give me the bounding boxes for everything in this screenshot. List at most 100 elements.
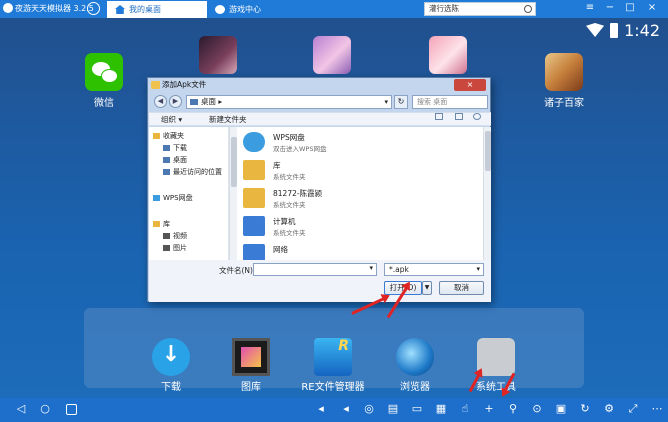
nav-item[interactable]: 下载 (163, 143, 187, 154)
game-2-icon[interactable] (313, 36, 351, 74)
volume-down-icon[interactable]: ◂ (314, 402, 328, 416)
game-1-icon[interactable] (199, 36, 237, 74)
folder-icon[interactable]: ▭ (410, 402, 424, 416)
cancel-button[interactable]: 取消 (439, 281, 484, 295)
status-bar: 1:42 (586, 21, 660, 40)
battery-icon (610, 23, 619, 38)
nav-item-icon (163, 145, 170, 151)
fullscreen-icon[interactable]: ⤢ (626, 402, 640, 416)
recent-apps-icon[interactable] (66, 404, 77, 415)
dock-label: 图库 (241, 382, 261, 393)
nav-item[interactable]: 桌面 (163, 155, 187, 166)
nav-item-label: 图片 (173, 244, 187, 252)
location-icon[interactable]: ⚲ (506, 402, 520, 416)
dock-app-re-file-manager[interactable]: RE文件管理器 (293, 338, 373, 393)
dialog-content: 收藏夹 下载 桌面 最近访问的位置 WPS网盘库视频 图片 WPS网盘 双击进入WPS网盘库… (149, 127, 491, 264)
shake-icon[interactable]: ⚙ (602, 402, 616, 416)
dialog-title-bar: 添加Apk文件 (148, 78, 490, 92)
nav-item[interactable]: 视频 (163, 231, 187, 242)
home-circle-icon[interactable]: ○ (38, 402, 52, 416)
file-name: 库 (273, 161, 281, 170)
nav-item-icon (153, 133, 160, 139)
volume-up-icon[interactable]: ◂ (339, 402, 353, 416)
filename-input[interactable]: ▾ (253, 263, 377, 276)
search-placeholder: 搜索 桌面 (417, 98, 448, 106)
minimize-button[interactable]: − (604, 2, 616, 14)
nav-item[interactable]: WPS网盘 (153, 193, 193, 204)
help-icon[interactable] (473, 113, 481, 120)
screenshot-icon[interactable]: ▣ (554, 402, 568, 416)
nav-item[interactable]: 图片 (163, 243, 187, 254)
nav-item[interactable]: 库 (153, 219, 170, 230)
filetype-select[interactable]: *.apk ▾ (384, 263, 484, 276)
add-apk-icon[interactable]: + (482, 402, 496, 416)
dock-app-browser[interactable]: 浏览器 (375, 338, 455, 393)
file-name: 81272-陈霞颍 (273, 189, 323, 198)
dialog-search-input[interactable]: 搜索 桌面 (412, 95, 488, 109)
organize-menu[interactable]: 组织 ▾ (161, 113, 182, 126)
tab-my-desktop[interactable]: 我的桌面 (107, 1, 207, 18)
dock-app-download[interactable]: 下载 (131, 338, 211, 393)
gallery-icon (232, 338, 270, 376)
bottom-toolbar: ◁ ○ ◂ ◂ ◎ ▤ ▭ ▦ ☝ + ⚲ ⊙ ▣ ↻ ⚙ ⤢ ⋯ (0, 398, 668, 422)
dialog-close-button[interactable]: × (454, 79, 486, 91)
menu-button[interactable]: ≡ (584, 2, 596, 14)
gps-icon[interactable]: ◎ (362, 402, 376, 416)
game-3-icon[interactable] (429, 36, 467, 74)
address-text: 桌面 (201, 97, 216, 106)
zhuzi-baijia-icon (545, 53, 583, 91)
maximize-button[interactable]: □ (624, 2, 636, 14)
tab-game-center[interactable]: 游戏中心 (207, 1, 307, 18)
dock-app-system-tools[interactable]: 系统工具 (456, 338, 536, 393)
app-label: 微信 (94, 98, 114, 109)
new-folder-button[interactable]: 新建文件夹 (209, 113, 247, 126)
zoom-icon[interactable]: ⊙ (530, 402, 544, 416)
refresh-icon[interactable]: ↻ (394, 95, 408, 109)
scroll-thumb[interactable] (485, 131, 491, 171)
dialog-footer: 文件名(N): ▾ *.apk ▾ 打开(O) ▼ 取消 (149, 260, 491, 302)
navigation-pane: 收藏夹 下载 桌面 最近访问的位置 WPS网盘库视频图片 (149, 127, 229, 260)
file-item[interactable]: 81272-陈霞颍 系统文件夹 (243, 187, 423, 211)
file-type: 双击进入WPS网盘 (273, 145, 327, 153)
delete-icon[interactable]: ▤ (386, 402, 400, 416)
address-bar[interactable]: 桌面 ▸ ▾ (186, 95, 392, 109)
touch-icon[interactable]: ☝ (458, 402, 472, 416)
home-icon (115, 5, 125, 14)
app-zhuzi-baijia[interactable]: 诸子百家 (534, 53, 594, 109)
more-icon[interactable]: ⋯ (650, 402, 664, 416)
forward-nav-icon[interactable]: ▶ (169, 95, 182, 108)
chevron-down-icon[interactable]: ▾ (369, 264, 373, 272)
nav-item[interactable]: 最近访问的位置 (163, 167, 222, 178)
file-scrollbar[interactable] (483, 127, 491, 260)
file-item[interactable]: 库系统文件夹 (243, 159, 423, 183)
chevron-down-icon[interactable]: ▾ (384, 96, 388, 108)
dock-label: 浏览器 (400, 382, 430, 393)
wifi-icon (586, 23, 605, 37)
open-dropdown-button[interactable]: ▼ (422, 281, 432, 295)
dock-app-gallery[interactable]: 图库 (211, 338, 291, 393)
user-folder-icon (243, 188, 265, 208)
address-separator: ▸ (218, 97, 223, 106)
nav-item-icon (153, 195, 160, 201)
preview-pane-icon[interactable] (455, 113, 463, 120)
user-icon[interactable] (87, 2, 100, 15)
top-search-input[interactable]: 灌行选陈 (424, 2, 536, 16)
back-icon[interactable]: ◁ (14, 402, 28, 416)
search-icon[interactable] (524, 5, 532, 13)
keyboard-icon[interactable]: ▦ (434, 402, 448, 416)
view-options-icon[interactable] (435, 113, 443, 120)
scroll-thumb[interactable] (231, 137, 237, 187)
add-apk-dialog: 添加Apk文件 × ◀ ▶ 桌面 ▸ ▾ ↻ 搜索 桌面 组织 ▾ 新建文件夹 收… (147, 77, 491, 302)
rotate-icon[interactable]: ↻ (578, 402, 592, 416)
app-wechat[interactable]: 微信 (74, 53, 134, 109)
file-item[interactable]: 计算机 系统文件夹 (243, 215, 423, 239)
close-button[interactable]: × (646, 2, 658, 14)
clock: 1:42 (624, 21, 660, 40)
computer-icon (243, 216, 265, 236)
chevron-down-icon[interactable]: ▾ (476, 264, 480, 275)
back-nav-icon[interactable]: ◀ (154, 95, 167, 108)
nav-item-icon (163, 157, 170, 163)
file-item[interactable]: WPS网盘 双击进入WPS网盘 (243, 131, 423, 155)
nav-item[interactable]: 收藏夹 (153, 131, 184, 142)
nav-scrollbar[interactable] (229, 127, 237, 260)
